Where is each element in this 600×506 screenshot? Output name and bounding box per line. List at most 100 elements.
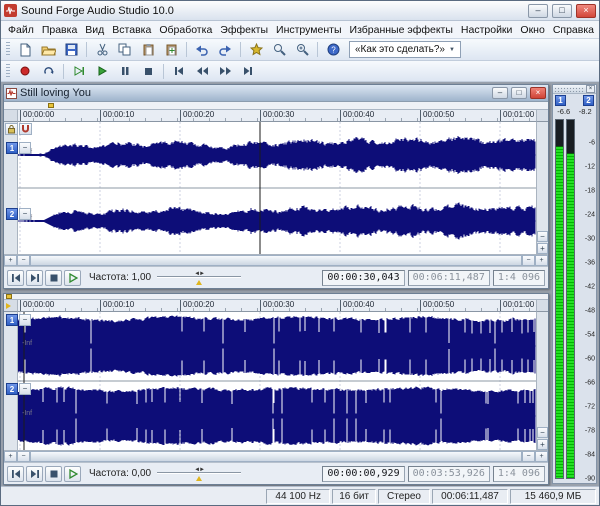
time-zoom-in-button[interactable]: + — [4, 451, 17, 462]
doc2-waveform[interactable] — [18, 312, 536, 450]
doc2-total-time-display[interactable]: 00:03:53,926 — [408, 466, 490, 482]
pause-button[interactable] — [114, 62, 136, 81]
close-button[interactable]: × — [576, 4, 596, 18]
menu-item-effects[interactable]: Эффекты — [216, 23, 272, 37]
doc2-zoom-ratio-display[interactable]: 1:4 096 — [493, 466, 545, 482]
maximize-button[interactable]: □ — [552, 4, 572, 18]
doc1-stop-button[interactable] — [45, 270, 62, 286]
record-button[interactable] — [14, 62, 36, 81]
doc1-close-button[interactable]: × — [530, 87, 546, 99]
redo-button[interactable] — [214, 40, 236, 59]
slider-thumb[interactable]: ◄► — [194, 271, 204, 277]
doc2-time-ruler[interactable]: 00:00:0000:00:1000:00:2000:00:3000:00:40… — [18, 300, 536, 312]
meters-grip[interactable]: × — [553, 85, 596, 94]
snap-button[interactable] — [19, 123, 32, 135]
new-file-button[interactable] — [14, 40, 36, 59]
rewind-button[interactable] — [191, 62, 213, 81]
doc1-play-button[interactable] — [64, 270, 81, 286]
doc1-go-to-end-button[interactable] — [26, 270, 43, 286]
doc2-stop-button[interactable] — [45, 466, 62, 482]
time-zoom-out-button[interactable]: − — [17, 451, 30, 462]
scroll-thumb[interactable] — [30, 255, 522, 266]
go-to-end-button[interactable] — [237, 62, 259, 81]
menu-item-insert[interactable]: Вставка — [108, 23, 155, 37]
time-zoom-in-button[interactable]: + — [535, 255, 548, 266]
special-fx-button[interactable] — [245, 40, 267, 59]
doc1-channel2-minimize[interactable]: − — [19, 208, 31, 220]
doc1-go-to-start-button[interactable] — [7, 270, 24, 286]
overview-position-marker[interactable] — [48, 103, 54, 108]
scroll-thumb[interactable] — [30, 451, 522, 462]
doc1-restore-button[interactable]: □ — [511, 87, 527, 99]
slider-thumb[interactable]: ◄► — [194, 467, 204, 473]
doc1-zoom-ratio-display[interactable]: 1:4 096 — [493, 270, 545, 286]
toolbar-grip[interactable] — [6, 64, 10, 79]
menu-item-window[interactable]: Окно — [516, 23, 548, 37]
menu-item-edit[interactable]: Правка — [38, 23, 81, 37]
undo-button[interactable] — [191, 40, 213, 59]
doc2-go-to-end-button[interactable] — [26, 466, 43, 482]
zoom-tool-button[interactable] — [291, 40, 313, 59]
level-zoom-out-button[interactable]: − — [537, 427, 548, 438]
meter-channel1-button[interactable]: 1 — [555, 95, 566, 106]
doc2-channel2-button[interactable]: 2 — [6, 383, 18, 395]
level-zoom-out-button[interactable]: − — [537, 231, 548, 242]
menu-item-help[interactable]: Справка — [549, 23, 598, 37]
doc1-rate-slider[interactable]: ◄► — [157, 270, 241, 286]
paste-button[interactable] — [137, 40, 159, 59]
doc2-play-button[interactable] — [64, 466, 81, 482]
overview-position-marker[interactable] — [6, 294, 12, 299]
minimize-button[interactable]: – — [528, 4, 548, 18]
meter-channel2-button[interactable]: 2 — [583, 95, 594, 106]
level-zoom-in-button[interactable]: + — [537, 439, 548, 450]
help-button[interactable]: ? — [322, 40, 344, 59]
menu-item-favorite-effects[interactable]: Избранные эффекты — [346, 23, 457, 37]
menu-item-options[interactable]: Настройки — [457, 23, 517, 37]
menu-item-tools[interactable]: Инструменты — [272, 23, 345, 37]
menu-item-view[interactable]: Вид — [81, 23, 108, 37]
toolbar-grip[interactable] — [6, 42, 10, 57]
scroll-track[interactable] — [30, 255, 522, 266]
time-zoom-in-button[interactable]: + — [535, 451, 548, 462]
copy-button[interactable] — [114, 40, 136, 59]
play-all-button[interactable] — [68, 62, 90, 81]
forward-button[interactable] — [214, 62, 236, 81]
doc1-time-ruler[interactable]: 00:00:0000:00:1000:00:2000:00:3000:00:40… — [18, 110, 536, 122]
doc1-channel1-minimize[interactable]: − — [19, 142, 31, 154]
time-zoom-out-button[interactable]: − — [17, 255, 30, 266]
doc2-channel2-minimize[interactable]: − — [19, 383, 31, 395]
title-bar[interactable]: Sound Forge Audio Studio 10.0 – □ × — [1, 1, 599, 21]
menu-item-file[interactable]: Файл — [4, 23, 38, 37]
doc1-waveform[interactable] — [18, 122, 536, 254]
meters-close-button[interactable]: × — [586, 85, 595, 93]
time-zoom-out-button[interactable]: − — [522, 451, 535, 462]
doc1-title-bar[interactable]: Still loving You – □ × — [4, 85, 548, 102]
doc1-minimize-button[interactable]: – — [492, 87, 508, 99]
magnify-button[interactable] — [268, 40, 290, 59]
doc2-channel1-button[interactable]: 1 — [6, 314, 18, 326]
doc2-rate-slider[interactable]: ◄► — [157, 466, 241, 482]
doc1-current-time-display[interactable]: 00:00:30,043 — [322, 270, 404, 286]
time-zoom-in-button[interactable]: + — [4, 255, 17, 266]
cut-button[interactable] — [91, 40, 113, 59]
lock-button[interactable] — [5, 123, 18, 135]
doc1-channel2-button[interactable]: 2 — [6, 208, 18, 220]
play-button[interactable] — [91, 62, 113, 81]
level-zoom-in-button[interactable]: + — [537, 243, 548, 254]
scroll-track[interactable] — [30, 451, 522, 462]
menu-item-process[interactable]: Обработка — [155, 23, 216, 37]
go-to-start-button[interactable] — [168, 62, 190, 81]
time-zoom-out-button[interactable]: − — [522, 255, 535, 266]
how-to-dropdown[interactable]: «Как это сделать?» ▼ — [349, 41, 461, 58]
doc1-overview-bar[interactable] — [4, 102, 548, 110]
doc2-go-to-start-button[interactable] — [7, 466, 24, 482]
doc2-current-time-display[interactable]: 00:00:00,929 — [322, 466, 404, 482]
doc2-channel1-minimize[interactable]: − — [19, 314, 31, 326]
save-file-button[interactable] — [60, 40, 82, 59]
doc1-total-time-display[interactable]: 00:06:11,487 — [408, 270, 490, 286]
stop-button[interactable] — [137, 62, 159, 81]
doc1-channel1-button[interactable]: 1 — [6, 142, 18, 154]
mix-paste-button[interactable] — [160, 40, 182, 59]
open-file-button[interactable] — [37, 40, 59, 59]
loop-playback-button[interactable] — [37, 62, 59, 81]
